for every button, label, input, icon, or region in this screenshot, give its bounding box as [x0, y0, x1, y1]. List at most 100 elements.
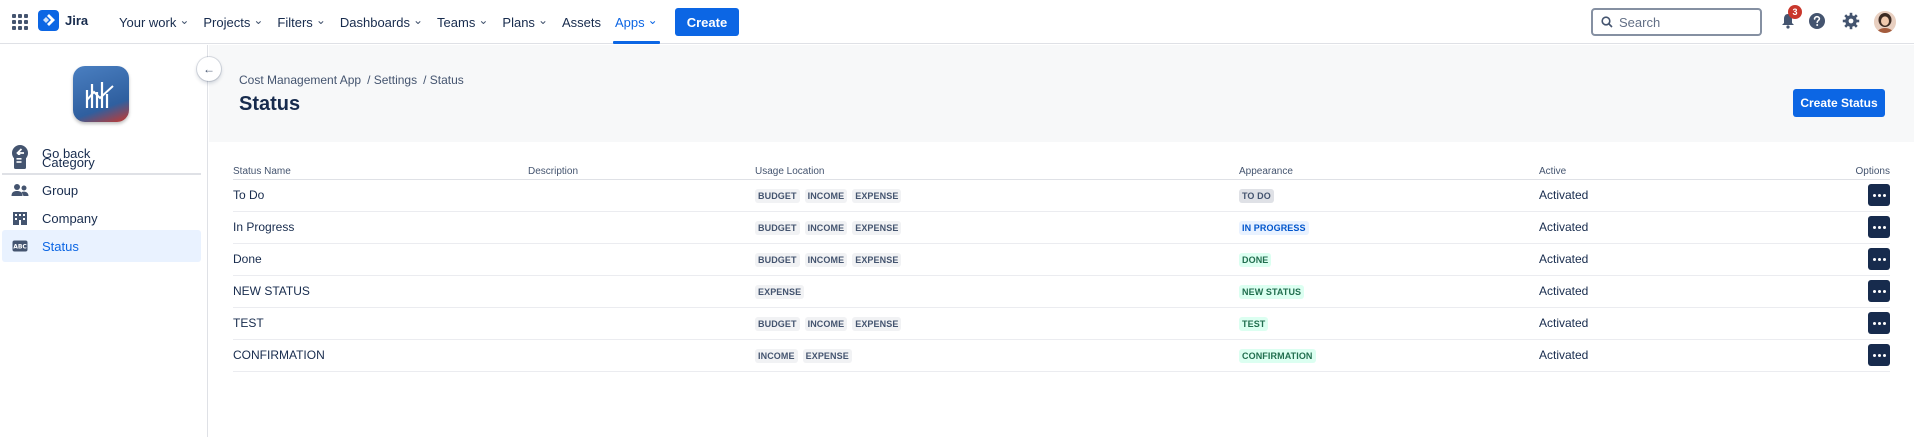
more-icon — [1872, 193, 1886, 197]
logo-text: Jira — [65, 13, 89, 28]
usage-location-cell: EXPENSE — [755, 275, 1239, 308]
active-cell: Activated — [1539, 179, 1799, 212]
appearance-lozenge: TO DO — [1239, 188, 1274, 203]
more-icon — [1872, 225, 1886, 229]
appearance-lozenge: CONFIRMATION — [1239, 348, 1316, 363]
sidebar-item-label: Group — [42, 182, 79, 198]
options-cell — [1799, 243, 1890, 276]
table-row: Done BUDGET INCOME EXPENSE DONE Activated — [233, 243, 1890, 276]
column-header-usage-location: Usage Location — [755, 161, 1239, 180]
nav-item-label: Projects — [203, 14, 251, 30]
usage-lozenge: BUDGET — [755, 220, 800, 235]
usage-lozenge: EXPENSE — [852, 188, 902, 203]
notifications-button[interactable]: 3 — [1776, 5, 1802, 33]
usage-lozenge: EXPENSE — [802, 348, 852, 363]
status-name-cell: Done — [233, 243, 528, 276]
nav-item-plans[interactable]: Plans ⌄ — [495, 0, 555, 44]
usage-lozenge: BUDGET — [755, 252, 800, 267]
primary-nav: Your work ⌄ Projects ⌄ Filters ⌄ Dashboards ⌄ Te… — [112, 0, 740, 44]
usage-lozenge: EXPENSE — [755, 284, 805, 299]
more-icon — [1872, 257, 1886, 261]
status-name-cell: NEW STATUS — [233, 275, 528, 308]
search-input[interactable] — [1619, 14, 1749, 30]
breadcrumb-item[interactable]: Cost Management App — [239, 73, 361, 87]
description-cell — [528, 179, 755, 212]
jira-logo[interactable]: Jira — [38, 10, 88, 31]
cost-management-app-logo — [73, 66, 129, 122]
appearance-lozenge: DONE — [1239, 252, 1272, 267]
more-options-button[interactable] — [1868, 248, 1890, 270]
status-name-cell: CONFIRMATION — [233, 339, 528, 372]
table-row: To Do BUDGET INCOME EXPENSE TO DO Activated — [233, 179, 1890, 212]
more-icon — [1872, 289, 1886, 293]
usage-lozenge: BUDGET — [755, 188, 800, 203]
chevron-down-icon: ⌄ — [179, 12, 190, 27]
chevron-down-icon: ⌄ — [478, 12, 489, 27]
more-options-button[interactable] — [1868, 344, 1890, 366]
appearance-cell: TO DO — [1239, 179, 1539, 212]
app-switcher-icon[interactable] — [12, 14, 28, 30]
more-options-button[interactable] — [1868, 312, 1890, 334]
nav-item-label: Plans — [502, 14, 535, 30]
arrow-left-icon: ← — [203, 62, 215, 76]
usage-location-cell: INCOME EXPENSE — [755, 339, 1239, 372]
appearance-lozenge: IN PROGRESS — [1239, 220, 1309, 235]
chevron-down-icon: ⌄ — [253, 12, 264, 27]
column-header-description: Description — [528, 161, 755, 180]
usage-location-cell: BUDGET INCOME EXPENSE — [755, 179, 1239, 212]
active-cell: Activated — [1539, 307, 1799, 340]
sidebar-item-status[interactable]: ABC Status — [2, 230, 201, 262]
nav-item-filters[interactable]: Filters ⌄ — [270, 0, 332, 44]
more-icon — [1872, 321, 1886, 325]
appearance-lozenge: TEST — [1239, 316, 1269, 331]
table-header-row: Status Name Description Usage Location A… — [233, 161, 1890, 180]
sidebar: Go back Category Group Company ABC Status — [0, 45, 208, 437]
usage-location-cell: BUDGET INCOME EXPENSE — [755, 243, 1239, 276]
help-button[interactable] — [1805, 9, 1829, 33]
nav-item-label: Apps — [615, 14, 645, 30]
create-status-button[interactable]: Create Status — [1793, 89, 1885, 117]
more-options-button[interactable] — [1868, 184, 1890, 206]
usage-lozenge: INCOME — [804, 220, 848, 235]
active-cell: Activated — [1539, 243, 1799, 276]
group-icon — [11, 181, 29, 199]
column-header-appearance: Appearance — [1239, 161, 1539, 180]
nav-item-projects[interactable]: Projects ⌄ — [196, 0, 270, 44]
column-header-active: Active — [1539, 161, 1799, 180]
sidebar-item-label: Category — [42, 154, 95, 170]
settings-button[interactable] — [1839, 9, 1863, 33]
usage-lozenge: EXPENSE — [852, 316, 902, 331]
status-table: Status Name Description Usage Location A… — [233, 161, 1890, 372]
more-options-button[interactable] — [1868, 216, 1890, 238]
more-icon — [1872, 353, 1886, 357]
collapse-sidebar-button[interactable]: ← — [197, 57, 221, 81]
table-row: NEW STATUS EXPENSE NEW STATUS Activated — [233, 275, 1890, 308]
breadcrumb-item[interactable]: / Status — [423, 73, 464, 87]
status-icon: ABC — [11, 237, 29, 255]
chevron-down-icon: ⌄ — [647, 12, 658, 27]
active-cell: Activated — [1539, 339, 1799, 372]
nav-item-teams[interactable]: Teams ⌄ — [430, 0, 495, 44]
status-name-cell: In Progress — [233, 211, 528, 244]
search-box[interactable] — [1591, 8, 1762, 36]
settings-icon — [1842, 12, 1860, 30]
nav-item-dashboards[interactable]: Dashboards ⌄ — [333, 0, 430, 44]
more-options-button[interactable] — [1868, 280, 1890, 302]
options-cell — [1799, 339, 1890, 372]
column-header-status-name: Status Name — [233, 161, 528, 180]
description-cell — [528, 275, 755, 308]
nav-item-your-work[interactable]: Your work ⌄ — [112, 0, 196, 44]
description-cell — [528, 211, 755, 244]
usage-lozenge: INCOME — [755, 348, 798, 363]
status-name-cell: To Do — [233, 179, 528, 212]
create-button[interactable]: Create — [674, 8, 740, 36]
options-cell — [1799, 275, 1890, 308]
nav-item-apps[interactable]: Apps ⌄ — [608, 0, 665, 44]
notifications-badge: 3 — [1788, 5, 1802, 19]
nav-item-assets[interactable]: Assets — [555, 0, 608, 44]
breadcrumb-item[interactable]: / Settings — [367, 73, 417, 87]
avatar[interactable] — [1874, 11, 1896, 33]
help-icon — [1809, 13, 1825, 29]
sidebar-item-label: Status — [42, 238, 79, 254]
usage-location-cell: BUDGET INCOME EXPENSE — [755, 307, 1239, 340]
